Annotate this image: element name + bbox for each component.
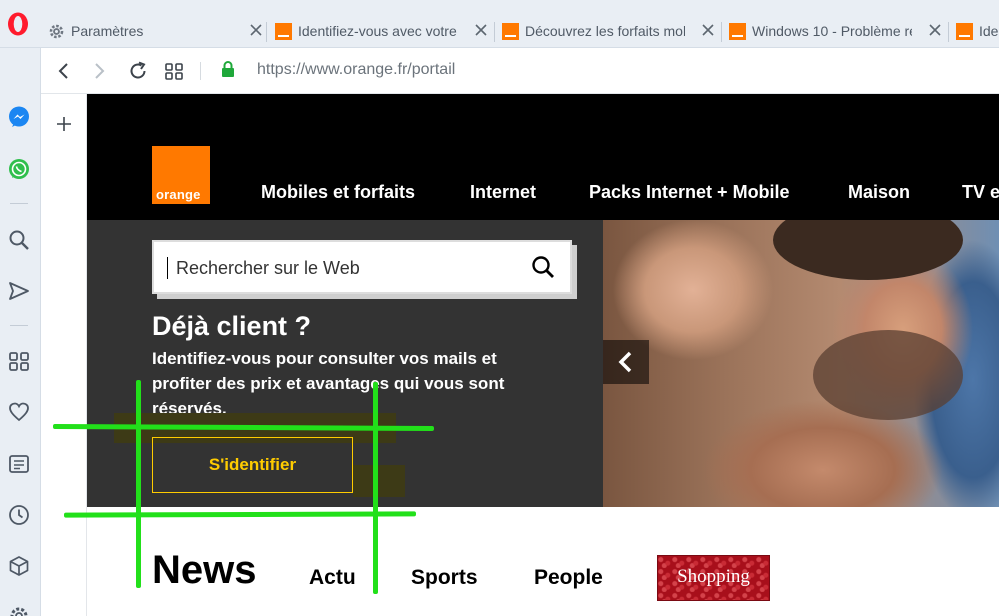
- tab-settings[interactable]: Paramètres: [48, 14, 268, 48]
- client-title: Déjà client ?: [152, 311, 312, 341]
- tab-orange-identify[interactable]: Identifiez-vous avec votre c: [275, 14, 493, 48]
- heart-icon[interactable]: [7, 400, 31, 424]
- orange-header: orange Mobiles et forfaits Internet Pack…: [87, 94, 999, 220]
- tab-separator: [948, 22, 949, 42]
- news-tab-sports[interactable]: Sports: [411, 566, 478, 590]
- address-bar: https://www.orange.fr/portail: [41, 48, 999, 94]
- hero-image: [603, 220, 999, 507]
- forward-arrow-icon[interactable]: [88, 60, 110, 82]
- web-page: orange Mobiles et forfaits Internet Pack…: [87, 94, 999, 616]
- back-arrow-icon[interactable]: [53, 60, 75, 82]
- opera-logo-icon[interactable]: [6, 11, 30, 37]
- search-icon[interactable]: [7, 228, 31, 252]
- speed-dial-panel: [41, 94, 87, 616]
- close-icon[interactable]: [248, 22, 264, 38]
- tab-title: Découvrez les forfaits mob: [525, 23, 685, 39]
- sidebar: [0, 48, 41, 616]
- tab-separator: [721, 22, 722, 42]
- close-icon[interactable]: [700, 22, 716, 38]
- speed-dial-icon[interactable]: [7, 349, 31, 373]
- url-field[interactable]: https://www.orange.fr/portail: [257, 61, 455, 79]
- tab-separator: [266, 22, 267, 42]
- sidebar-separator: [10, 325, 28, 326]
- orange-favicon-icon: [956, 22, 973, 40]
- nav-tv[interactable]: TV e: [962, 182, 999, 203]
- hero-detail: [773, 220, 963, 280]
- client-description: Identifiez-vous pour consulter vos mails…: [152, 349, 505, 418]
- sidebar-separator: [10, 203, 28, 204]
- tabs-grid-icon[interactable]: [163, 60, 185, 82]
- client-panel: Déjà client ? Identifiez-vous pour consu…: [87, 220, 603, 507]
- news-tab-actu[interactable]: Actu: [309, 566, 356, 590]
- news-tab-people[interactable]: People: [534, 566, 603, 590]
- news-icon[interactable]: [7, 452, 31, 476]
- close-icon[interactable]: [927, 22, 943, 38]
- web-search-box: [152, 240, 572, 294]
- tab-title: Windows 10 - Problème ré: [752, 23, 912, 39]
- reload-icon[interactable]: [127, 60, 149, 82]
- whatsapp-icon[interactable]: [7, 157, 31, 181]
- send-icon[interactable]: [7, 279, 31, 303]
- highlight-shadow: [353, 465, 405, 497]
- annotation-line: [373, 382, 378, 594]
- orange-favicon-icon: [275, 22, 292, 40]
- search-input[interactable]: [176, 254, 516, 282]
- gear-icon: [49, 24, 64, 38]
- tab-title: Identifiez-vous avec votre c: [298, 23, 458, 39]
- lock-icon[interactable]: [221, 60, 235, 78]
- text-caret: [167, 257, 168, 279]
- history-icon[interactable]: [7, 503, 31, 527]
- chevron-left-icon: [618, 351, 632, 373]
- logo-text: orange: [156, 187, 201, 202]
- nav-maison[interactable]: Maison: [848, 182, 910, 203]
- shopping-label: Shopping: [677, 566, 750, 587]
- hero-detail: [813, 330, 963, 420]
- nav-packs[interactable]: Packs Internet + Mobile: [589, 182, 790, 203]
- orange-favicon-icon: [502, 22, 519, 40]
- messenger-icon[interactable]: [7, 105, 31, 129]
- carousel-prev-button[interactable]: [603, 340, 649, 384]
- settings-icon[interactable]: [7, 604, 31, 616]
- identify-button[interactable]: S'identifier: [152, 437, 353, 493]
- nav-mobiles-forfaits[interactable]: Mobiles et forfaits: [261, 182, 415, 203]
- add-icon[interactable]: [54, 114, 74, 134]
- tab-strip: Paramètres Identifiez-vous avec votre c …: [0, 0, 999, 48]
- tab-orange-forfaits[interactable]: Découvrez les forfaits mob: [502, 14, 720, 48]
- tab-title: Ider: [979, 23, 999, 39]
- tab-separator: [494, 22, 495, 42]
- close-icon[interactable]: [473, 22, 489, 38]
- news-tab-shopping[interactable]: Shopping: [657, 555, 770, 601]
- tab-orange-windows[interactable]: Windows 10 - Problème ré: [729, 14, 947, 48]
- address-separator: [200, 62, 201, 80]
- annotation-line: [136, 380, 141, 588]
- orange-favicon-icon: [729, 22, 746, 40]
- news-title: News: [152, 548, 257, 592]
- box-icon[interactable]: [7, 554, 31, 578]
- search-icon[interactable]: [530, 254, 556, 280]
- orange-logo[interactable]: orange: [152, 146, 210, 204]
- tab-orange-ider[interactable]: Ider: [956, 14, 999, 48]
- nav-internet[interactable]: Internet: [470, 182, 536, 203]
- tab-title: Paramètres: [71, 23, 144, 39]
